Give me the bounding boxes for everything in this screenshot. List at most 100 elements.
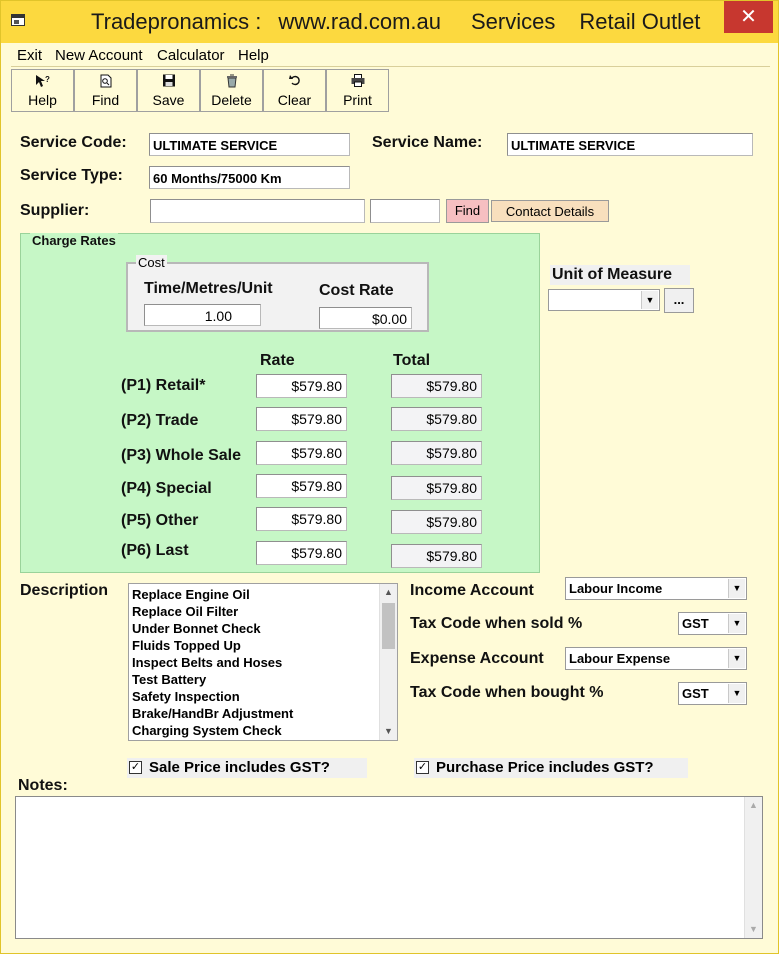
supplier-find-button[interactable]: Find [446, 199, 489, 223]
notes-scrollbar[interactable]: ▲ ▼ [744, 797, 762, 938]
app-icon [11, 14, 25, 26]
find-toolbar-label: Find [91, 92, 120, 108]
description-item[interactable]: Safety Inspection [132, 688, 293, 705]
description-item[interactable]: Inspect Belts and Hoses [132, 654, 293, 671]
scroll-up-icon[interactable]: ▲ [745, 797, 762, 814]
unit-of-measure-label: Unit of Measure [550, 265, 690, 285]
price-level-label: (P2) Trade [121, 412, 199, 429]
rate-field[interactable]: $579.80 [256, 374, 347, 398]
find-doc-icon [99, 74, 113, 91]
save-button-label: Save [152, 92, 185, 108]
chevron-down-icon: ▼ [641, 291, 658, 309]
supplier-field[interactable] [150, 199, 365, 223]
purchase-price-gst-checkbox[interactable]: ✓ [416, 761, 429, 774]
total-field: $579.80 [391, 441, 482, 465]
income-account-label: Income Account [410, 582, 534, 599]
rate-field[interactable]: $579.80 [256, 407, 347, 431]
sale-price-gst-label: Sale Price includes GST? [149, 759, 330, 776]
unit-of-measure-browse-button[interactable]: ... [664, 288, 694, 313]
description-item[interactable]: Charging System Check [132, 722, 293, 739]
service-name-field[interactable]: ULTIMATE SERVICE [507, 133, 753, 156]
price-level-label: (P1) Retail* [121, 377, 206, 394]
price-level-label: (P5) Other [121, 512, 199, 529]
description-item[interactable]: Test Battery [132, 671, 293, 688]
close-icon: ✕ [740, 6, 757, 28]
cost-group: Cost Time/Metres/Unit Cost Rate 1.00 $0.… [126, 255, 429, 332]
menu-new-account[interactable]: New Account [55, 47, 143, 64]
service-code-field[interactable]: ULTIMATE SERVICE [149, 133, 350, 156]
total-field: $579.80 [391, 374, 482, 398]
price-level-label: (P6) Last [121, 542, 189, 559]
rate-field[interactable]: $579.80 [256, 474, 347, 498]
save-button[interactable]: Save [137, 69, 200, 112]
clear-button-label: Clear [277, 92, 312, 108]
supplier-label: Supplier: [20, 202, 90, 219]
floppy-disk-icon [162, 74, 175, 90]
print-button[interactable]: Print [326, 69, 389, 112]
expense-account-value: Labour Expense [569, 651, 671, 666]
description-item[interactable]: Under Bonnet Check [132, 620, 293, 637]
description-item[interactable]: Replace Engine Oil [132, 586, 293, 603]
cost-rate-label: Cost Rate [319, 282, 394, 299]
rate-header: Rate [260, 352, 295, 369]
close-button[interactable]: ✕ [724, 1, 773, 33]
sale-price-gst-option[interactable]: ✓ Sale Price includes GST? [127, 758, 367, 778]
clear-button[interactable]: Clear [263, 69, 326, 112]
help-button[interactable]: ? Help [11, 69, 74, 112]
total-field: $579.80 [391, 510, 482, 534]
help-button-label: Help [28, 92, 57, 108]
expense-account-label: Expense Account [410, 650, 544, 667]
description-item[interactable]: Fluids Topped Up [132, 637, 293, 654]
total-header: Total [393, 352, 431, 369]
tax-code-bought-value: GST [682, 686, 709, 701]
scroll-down-icon[interactable]: ▼ [745, 921, 762, 938]
time-metres-unit-field[interactable]: 1.00 [144, 304, 261, 326]
title-outlet: Retail Outlet [579, 9, 701, 34]
service-type-field[interactable]: 60 Months/75000 Km [149, 166, 350, 189]
service-name-label: Service Name: [372, 134, 483, 151]
window-title: Tradepronamics : www.rad.com.au Services Re… [39, 9, 718, 35]
service-code-label: Service Code: [20, 134, 127, 151]
tax-code-sold-label: Tax Code when sold % [410, 615, 583, 632]
scroll-up-icon[interactable]: ▲ [380, 584, 397, 601]
undo-arrow-icon [288, 74, 301, 89]
description-item[interactable]: Brake/HandBr Adjustment [132, 705, 293, 722]
expense-account-select[interactable]: Labour Expense ▼ [565, 647, 747, 670]
total-field: $579.80 [391, 544, 482, 568]
description-scrollbar[interactable]: ▲ ▼ [379, 584, 397, 740]
price-level-label: (P3) Whole Sale [121, 447, 242, 464]
rate-field[interactable]: $579.80 [256, 507, 347, 531]
description-item[interactable]: Replace Oil Filter [132, 603, 293, 620]
supplier-code-field[interactable] [370, 199, 440, 223]
sale-price-gst-checkbox[interactable]: ✓ [129, 761, 142, 774]
charge-rates-group: Charge Rates Cost Time/Metres/Unit Cost … [20, 233, 540, 573]
description-label: Description [20, 582, 109, 599]
find-toolbar-button[interactable]: Find [74, 69, 137, 112]
charge-rates-legend: Charge Rates [30, 233, 118, 248]
svg-text:?: ? [45, 75, 50, 84]
delete-button[interactable]: Delete [200, 69, 263, 112]
unit-of-measure-select[interactable]: ▼ [548, 289, 660, 311]
tax-code-bought-select[interactable]: GST ▼ [678, 682, 747, 705]
menu-bar: Exit New Account Calculator Help [11, 43, 770, 67]
rate-field[interactable]: $579.80 [256, 441, 347, 465]
contact-details-button[interactable]: Contact Details [491, 200, 609, 222]
toolbar: ? Help Find Save Delete Clear Print [11, 69, 389, 112]
menu-calculator[interactable]: Calculator [157, 47, 225, 64]
title-website: www.rad.com.au [278, 9, 441, 34]
print-button-label: Print [343, 92, 372, 108]
title-bar: Tradepronamics : www.rad.com.au Services Re… [1, 1, 778, 43]
scroll-down-icon[interactable]: ▼ [380, 723, 397, 740]
scroll-thumb[interactable] [382, 603, 395, 649]
menu-exit[interactable]: Exit [17, 47, 42, 64]
menu-help[interactable]: Help [238, 47, 269, 64]
rate-field[interactable]: $579.80 [256, 541, 347, 565]
income-account-select[interactable]: Labour Income ▼ [565, 577, 747, 600]
purchase-price-gst-option[interactable]: ✓ Purchase Price includes GST? [414, 758, 688, 778]
notes-textarea[interactable]: ▲ ▼ [15, 796, 763, 939]
tax-code-sold-select[interactable]: GST ▼ [678, 612, 747, 635]
title-module: Services [471, 9, 556, 34]
cost-rate-field[interactable]: $0.00 [319, 307, 412, 329]
description-list[interactable]: Replace Engine Oil Replace Oil Filter Un… [128, 583, 398, 741]
service-type-label: Service Type: [20, 167, 123, 184]
